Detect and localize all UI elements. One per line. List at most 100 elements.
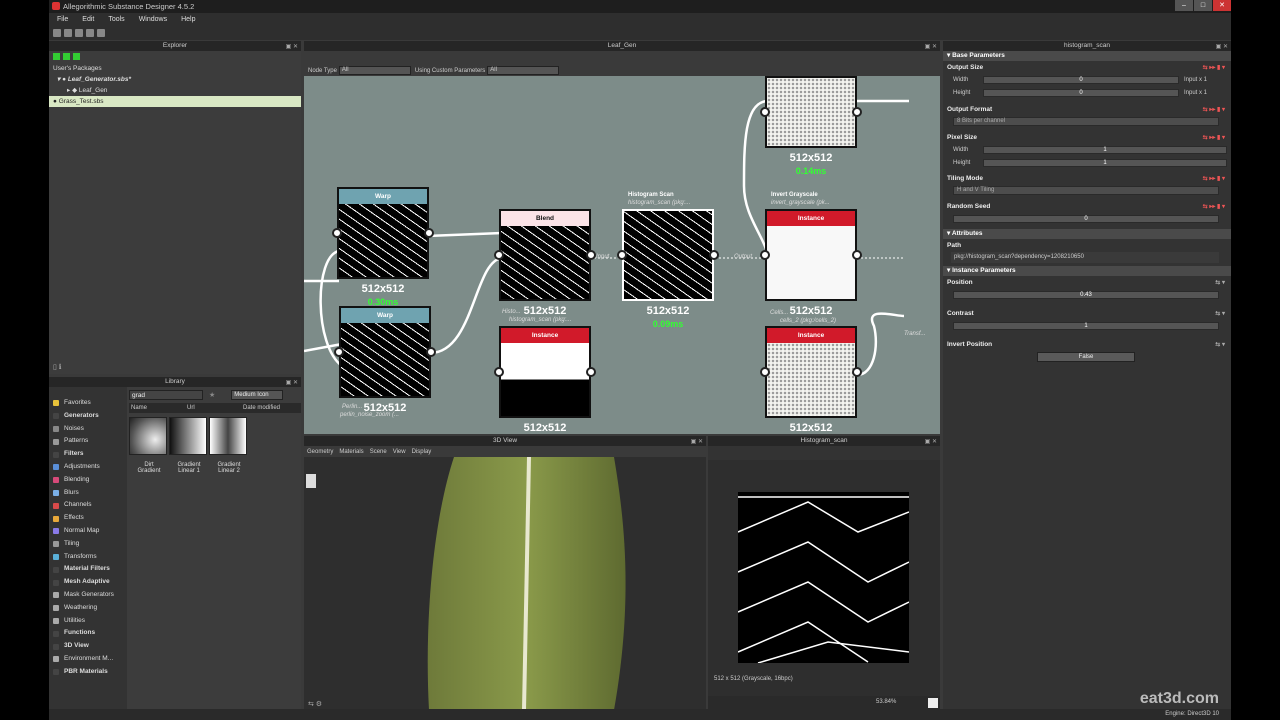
- save-icon[interactable]: [75, 29, 83, 37]
- menu-windows[interactable]: Windows: [139, 16, 167, 23]
- library-category-item[interactable]: Filters: [49, 448, 127, 461]
- base-params-group[interactable]: ▾ Base Parameters: [943, 51, 1231, 61]
- column-date[interactable]: Date modified: [241, 403, 280, 413]
- menu-materials[interactable]: Materials: [339, 449, 363, 455]
- param-icons[interactable]: ⇆ ▸▸ ▮ ▾: [1203, 175, 1225, 182]
- thumb-dirt-gradient[interactable]: Dirt Gradient: [129, 417, 169, 474]
- output-width-slider[interactable]: 0: [983, 75, 1179, 84]
- attributes-group[interactable]: ▾ Attributes: [943, 229, 1231, 239]
- library-category-item[interactable]: Weathering: [49, 602, 127, 615]
- library-category-item[interactable]: Adjustments: [49, 461, 127, 474]
- menu-geometry[interactable]: Geometry: [307, 449, 333, 455]
- output-port[interactable]: [586, 367, 596, 377]
- library-category-item[interactable]: PBR Materials: [49, 666, 127, 679]
- pixel-width-slider[interactable]: 1: [983, 145, 1227, 154]
- input-port[interactable]: [332, 228, 342, 238]
- library-search-input[interactable]: [129, 390, 203, 400]
- menu-scene[interactable]: Scene: [370, 449, 387, 455]
- menu-display[interactable]: Display: [412, 449, 432, 455]
- library-category-item[interactable]: Blurs: [49, 487, 127, 500]
- menu-help[interactable]: Help: [181, 16, 195, 23]
- undo-icon[interactable]: [86, 29, 94, 37]
- library-category-item[interactable]: 3D View: [49, 640, 127, 653]
- param-icons[interactable]: ⇆ ▸▸ ▮ ▾: [1203, 203, 1225, 210]
- graph-canvas[interactable]: Warp 512x512 0.30ms Warp 512x512 Blend 512x512…: [304, 76, 940, 434]
- library-category-item[interactable]: Effects: [49, 512, 127, 525]
- menu-tools[interactable]: Tools: [108, 16, 124, 23]
- graph-node[interactable]: Warp: [339, 306, 431, 398]
- output-format-select[interactable]: 8 Bits per channel: [953, 117, 1219, 126]
- menu-file[interactable]: File: [57, 16, 68, 23]
- library-category-item[interactable]: Material Filters: [49, 563, 127, 576]
- graph-node[interactable]: [622, 209, 714, 301]
- graph-node[interactable]: Warp: [337, 187, 429, 279]
- view3d-footer-icons[interactable]: ⇆ ⚙: [308, 700, 322, 708]
- fit-icon[interactable]: [928, 698, 938, 708]
- library-category-item[interactable]: Blending: [49, 474, 127, 487]
- menu-edit[interactable]: Edit: [82, 16, 94, 23]
- input-port[interactable]: [494, 367, 504, 377]
- open-icon[interactable]: [64, 29, 72, 37]
- output-port[interactable]: [852, 367, 862, 377]
- output-port[interactable]: [586, 250, 596, 260]
- minimize-icon[interactable]: –: [1175, 0, 1193, 11]
- library-category-item[interactable]: Generators: [49, 410, 127, 423]
- library-category-item[interactable]: Mask Generators: [49, 589, 127, 602]
- input-port[interactable]: [760, 107, 770, 117]
- library-category-item[interactable]: Functions: [49, 627, 127, 640]
- output-port[interactable]: [424, 228, 434, 238]
- param-icons[interactable]: ⇆ ▾: [1215, 279, 1225, 286]
- position-slider[interactable]: 0.43: [953, 290, 1219, 299]
- close-icon[interactable]: ✕: [1213, 0, 1231, 11]
- leaf-viewport[interactable]: [304, 457, 706, 710]
- contrast-slider[interactable]: 1: [953, 321, 1219, 330]
- graph-node[interactable]: Instance: [765, 326, 857, 418]
- info-icon[interactable]: ▯ ℹ: [53, 363, 61, 371]
- output-port[interactable]: [852, 250, 862, 260]
- tree-item-package-selected[interactable]: ● Grass_Test.sbs: [49, 96, 301, 107]
- library-category-item[interactable]: Normal Map: [49, 525, 127, 538]
- library-category-item[interactable]: Channels: [49, 499, 127, 512]
- library-category-item[interactable]: Environment M...: [49, 653, 127, 666]
- pixel-height-slider[interactable]: 1: [983, 158, 1227, 167]
- column-url[interactable]: Url: [185, 403, 241, 413]
- graph-node[interactable]: Instance: [499, 326, 591, 418]
- library-category-item[interactable]: Tiling: [49, 538, 127, 551]
- instance-params-group[interactable]: ▾ Instance Parameters: [943, 266, 1231, 276]
- node-type-select[interactable]: All: [338, 66, 411, 75]
- library-category-item[interactable]: Mesh Adaptive: [49, 576, 127, 589]
- input-port[interactable]: [617, 250, 627, 260]
- menu-view[interactable]: View: [393, 449, 406, 455]
- input-port[interactable]: [760, 367, 770, 377]
- graph-node[interactable]: Blend: [499, 209, 591, 301]
- param-icons[interactable]: ⇆ ▸▸ ▮ ▾: [1203, 134, 1225, 141]
- redo-icon[interactable]: [97, 29, 105, 37]
- graph-node[interactable]: [765, 76, 857, 148]
- custom-params-select[interactable]: All: [487, 66, 560, 75]
- library-category-item[interactable]: Patterns: [49, 435, 127, 448]
- tiling-mode-select[interactable]: H and V Tiling: [953, 186, 1219, 195]
- height-mode[interactable]: Input x 1: [1184, 90, 1207, 96]
- param-icons[interactable]: ⇆ ▾: [1215, 310, 1225, 317]
- output-port[interactable]: [852, 107, 862, 117]
- star-icon[interactable]: ★: [209, 391, 215, 399]
- thumb-gradient-linear-2[interactable]: Gradient Linear 2: [209, 417, 249, 474]
- tree-item-package[interactable]: ▾ ● Leaf_Generator.sbs*: [49, 74, 301, 85]
- tree-item-graph[interactable]: ▸ ◆ Leaf_Gen: [49, 85, 301, 96]
- library-category-item[interactable]: Favorites: [49, 397, 127, 410]
- param-icons[interactable]: ⇆ ▸▸ ▮ ▾: [1203, 106, 1225, 113]
- maximize-icon[interactable]: □: [1194, 0, 1212, 11]
- random-seed-slider[interactable]: 0: [953, 214, 1219, 223]
- library-category-item[interactable]: Transforms: [49, 551, 127, 564]
- viewport-tool-icon[interactable]: [306, 474, 316, 488]
- view-mode-select[interactable]: Medium Icon: [231, 390, 284, 400]
- path-field[interactable]: pkg://histogram_scan?dependency=12082106…: [951, 252, 1219, 263]
- input-port[interactable]: [494, 250, 504, 260]
- input-port[interactable]: [334, 347, 344, 357]
- output-port[interactable]: [709, 250, 719, 260]
- library-category-item[interactable]: Noises: [49, 423, 127, 436]
- graph-node[interactable]: Instance: [765, 209, 857, 301]
- output-port[interactable]: [426, 347, 436, 357]
- output-height-slider[interactable]: 0: [983, 88, 1179, 97]
- param-icons[interactable]: ⇆ ▾: [1215, 341, 1225, 348]
